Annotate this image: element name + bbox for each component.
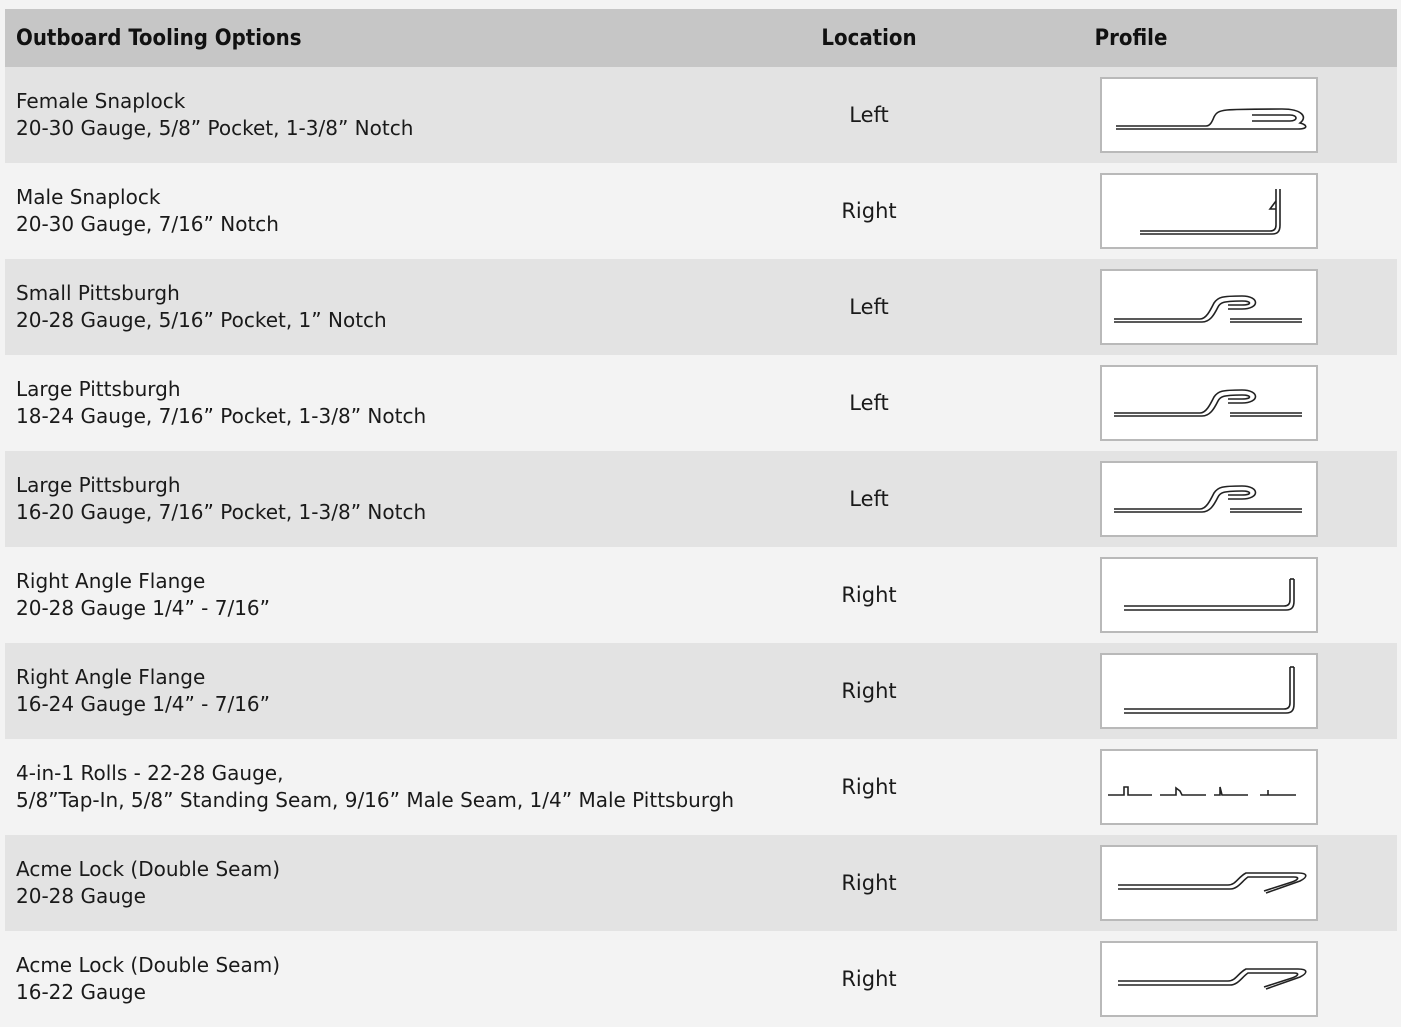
option-name: Male Snaplock [16,185,161,209]
option-name: Large Pittsburgh [16,377,181,401]
profile-cell [1100,941,1318,1017]
table-row: Right Angle Flange 16-24 Gauge 1/4” - 7/… [5,643,1397,739]
option-name: Acme Lock (Double Seam) [16,953,281,977]
female-snaplock-profile-icon [1116,108,1307,130]
option-cell: Large Pittsburgh 16-20 Gauge, 7/16” Pock… [5,472,765,526]
location-cell: Right [841,583,897,607]
option-spec: 16-22 Gauge [16,980,146,1004]
table-header-row: Outboard Tooling Options Location Profil… [5,9,1397,67]
option-cell: Right Angle Flange 20-28 Gauge 1/4” - 7/… [5,568,765,622]
option-cell: Large Pittsburgh 18-24 Gauge, 7/16” Pock… [5,376,765,430]
location-cell: Right [841,967,897,991]
table-row: Acme Lock (Double Seam) 16-22 Gauge Righ… [5,931,1397,1027]
profile-cell [1100,77,1318,153]
table-row: Acme Lock (Double Seam) 20-28 Gauge Righ… [5,835,1397,931]
profile-cell [1100,749,1318,825]
location-cell: Left [849,391,889,415]
option-spec: 16-24 Gauge 1/4” - 7/16” [16,692,271,716]
male-snaplock-profile-icon [1140,189,1281,235]
option-name: Right Angle Flange [16,569,206,593]
table-row: Right Angle Flange 20-28 Gauge 1/4” - 7/… [5,547,1397,643]
location-cell: Right [841,871,897,895]
option-spec: 5/8”Tap-In, 5/8” Standing Seam, 9/16” Ma… [16,788,735,812]
table-row: Large Pittsburgh 18-24 Gauge, 7/16” Pock… [5,355,1397,451]
option-cell: Right Angle Flange 16-24 Gauge 1/4” - 7/… [5,664,765,718]
option-spec: 20-28 Gauge, 5/16” Pocket, 1” Notch [16,308,387,332]
pittsburgh-profile-icon [1114,389,1302,417]
table-row: 4-in-1 Rolls - 22-28 Gauge, 5/8”Tap-In, … [5,739,1397,835]
option-name: Acme Lock (Double Seam) [16,857,281,881]
tooling-options-table: Outboard Tooling Options Location Profil… [5,9,1397,1027]
option-name: Small Pittsburgh [16,281,180,305]
four-in-one-profile-icon [1108,786,1296,796]
profile-cell [1100,365,1318,441]
location-cell: Right [841,199,897,223]
table-row: Large Pittsburgh 16-20 Gauge, 7/16” Pock… [5,451,1397,547]
option-name: Large Pittsburgh [16,473,181,497]
option-spec: 20-30 Gauge, 7/16” Notch [16,212,279,236]
option-name: Right Angle Flange [16,665,206,689]
pittsburgh-profile-icon [1114,295,1302,323]
option-spec: 20-30 Gauge, 5/8” Pocket, 1-3/8” Notch [16,116,414,140]
option-cell: 4-in-1 Rolls - 22-28 Gauge, 5/8”Tap-In, … [5,760,765,814]
table-row: Male Snaplock 20-30 Gauge, 7/16” Notch R… [5,163,1397,259]
location-cell: Left [849,295,889,319]
profile-cell [1100,269,1318,345]
right-angle-flange-profile-icon [1124,666,1295,714]
profile-cell [1100,653,1318,729]
table-row: Female Snaplock 20-30 Gauge, 5/8” Pocket… [5,67,1397,163]
location-cell: Right [841,775,897,799]
profile-cell [1100,845,1318,921]
table-row: Small Pittsburgh 20-28 Gauge, 5/16” Pock… [5,259,1397,355]
header-profile: Profile [1094,25,1168,51]
profile-cell [1100,557,1318,633]
option-cell: Male Snaplock 20-30 Gauge, 7/16” Notch [5,184,765,238]
location-cell: Left [849,103,889,127]
option-name: 4-in-1 Rolls - 22-28 Gauge, [16,761,284,785]
option-spec: 16-20 Gauge, 7/16” Pocket, 1-3/8” Notch [16,500,427,524]
header-options: Outboard Tooling Options [16,25,302,51]
right-angle-flange-profile-icon [1124,578,1295,611]
acme-lock-profile-icon [1118,872,1307,894]
option-spec: 20-28 Gauge [16,884,146,908]
location-cell: Left [849,487,889,511]
option-spec: 18-24 Gauge, 7/16” Pocket, 1-3/8” Notch [16,404,427,428]
pittsburgh-profile-icon [1114,485,1302,513]
profile-cell [1100,461,1318,537]
option-cell: Female Snaplock 20-30 Gauge, 5/8” Pocket… [5,88,765,142]
option-cell: Acme Lock (Double Seam) 16-22 Gauge [5,952,765,1006]
location-cell: Right [841,679,897,703]
option-name: Female Snaplock [16,89,186,113]
profile-cell [1100,173,1318,249]
acme-lock-profile-icon [1118,968,1307,990]
option-spec: 20-28 Gauge 1/4” - 7/16” [16,596,271,620]
table-body: Female Snaplock 20-30 Gauge, 5/8” Pocket… [5,67,1397,1027]
option-cell: Small Pittsburgh 20-28 Gauge, 5/16” Pock… [5,280,765,334]
option-cell: Acme Lock (Double Seam) 20-28 Gauge [5,856,765,910]
